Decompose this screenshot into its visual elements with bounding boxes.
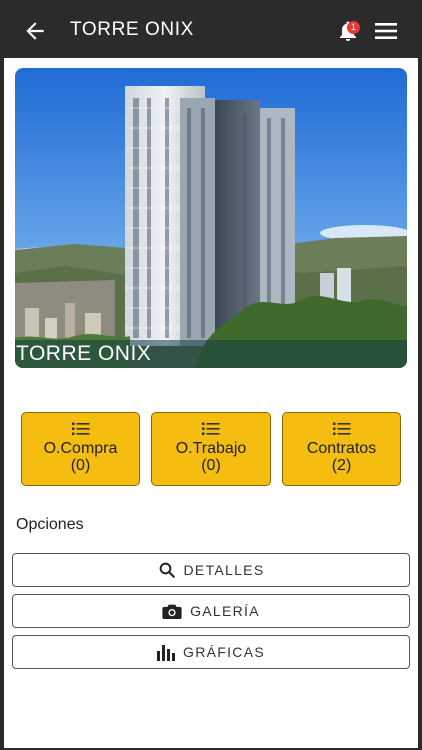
gallery-button[interactable]: GALERÍA [12, 594, 410, 628]
content-area: TORRE ONIX O.Compra (0) O.Trabajo (0) Co… [4, 58, 418, 748]
app-frame: TORRE ONIX 1 TORRE ONIX O.Compra (0) O.T… [0, 0, 422, 750]
card-label: O.Compra [43, 440, 118, 457]
gallery-button-label: GALERÍA [190, 603, 260, 619]
card-count: (0) [70, 457, 91, 474]
building-photo: TORRE ONIX [15, 68, 407, 368]
details-button[interactable]: DETALLES [12, 553, 410, 587]
card-ordenes-trabajo[interactable]: O.Trabajo (0) [151, 412, 271, 486]
page-title: TORRE ONIX [70, 19, 194, 40]
hero-caption-bar: TORRE ONIX [15, 340, 407, 368]
card-ordenes-compra[interactable]: O.Compra (0) [21, 412, 140, 486]
bar-chart-icon [157, 645, 176, 661]
list-icon [202, 422, 220, 435]
options-heading: Opciones [16, 516, 84, 533]
list-icon [71, 422, 89, 435]
charts-button-label: GRÁFICAS [183, 644, 265, 660]
search-icon [159, 562, 175, 578]
card-label: Contratos [306, 440, 377, 457]
hamburger-menu-icon[interactable] [375, 23, 397, 39]
card-contratos[interactable]: Contratos (2) [282, 412, 401, 486]
details-button-label: DETALLES [183, 562, 265, 578]
card-count: (0) [201, 457, 221, 474]
camera-icon [162, 604, 182, 619]
back-arrow-icon[interactable] [22, 18, 48, 44]
card-label: O.Trabajo [175, 440, 247, 457]
card-count: (2) [331, 457, 352, 474]
hero-caption: TORRE ONIX [16, 342, 152, 365]
list-icon [332, 422, 350, 435]
building-image [15, 68, 407, 368]
charts-button[interactable]: GRÁFICAS [12, 635, 410, 669]
app-bar: TORRE ONIX 1 [0, 0, 422, 58]
notification-badge: 1 [347, 21, 360, 34]
